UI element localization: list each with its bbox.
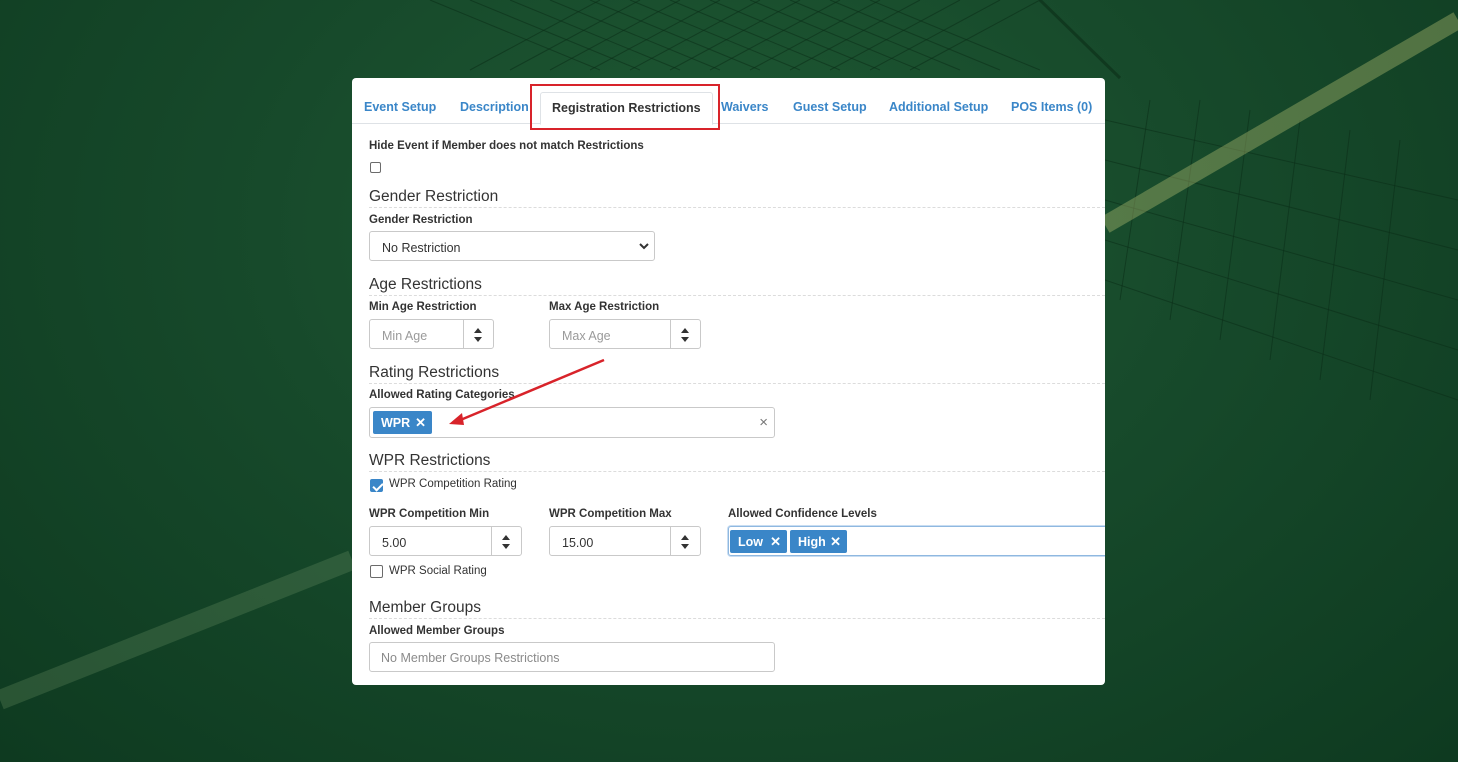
wpr-max-input[interactable]: 15.00	[549, 526, 701, 556]
min-age-label: Min Age Restriction	[369, 301, 477, 313]
chevron-down-icon	[639, 243, 649, 250]
tab-additional-setup[interactable]: Additional Setup	[889, 100, 988, 114]
tag-low: Low ✕	[730, 530, 787, 553]
tab-bar: Event Setup Description Registration Res…	[352, 78, 1105, 125]
wpr-social-label: WPR Social Rating	[389, 565, 487, 577]
tag-high-label: High	[798, 535, 826, 549]
member-groups-placeholder: No Member Groups Restrictions	[381, 651, 560, 665]
age-section-title: Age Restrictions	[369, 276, 1105, 296]
member-groups-section-title: Member Groups	[369, 599, 1105, 619]
wpr-social-checkbox[interactable]	[370, 565, 383, 578]
gender-restriction-select[interactable]: No Restriction	[369, 231, 655, 261]
stepper-arrows-icon	[681, 328, 689, 342]
rating-categories-multiselect[interactable]: WPR ✕ ×	[369, 407, 775, 438]
tab-pos-items[interactable]: POS Items (0)	[1011, 100, 1092, 114]
stepper-arrows-icon	[474, 328, 482, 342]
allowed-member-groups-label: Allowed Member Groups	[369, 625, 505, 637]
tag-remove-icon[interactable]: ✕	[830, 534, 841, 550]
event-settings-panel: Event Setup Description Registration Res…	[352, 78, 1105, 685]
min-age-input[interactable]: Min Age	[369, 319, 494, 349]
tab-guest-setup[interactable]: Guest Setup	[793, 100, 867, 114]
wpr-min-stepper[interactable]	[491, 527, 521, 555]
tab-waivers[interactable]: Waivers	[721, 100, 768, 114]
tag-low-label: Low	[738, 535, 763, 549]
max-age-placeholder: Max Age	[562, 329, 611, 343]
tag-remove-icon[interactable]: ✕	[415, 415, 426, 431]
min-age-placeholder: Min Age	[382, 329, 428, 343]
wpr-competition-label: WPR Competition Rating	[389, 478, 517, 490]
tag-wpr: WPR ✕	[373, 411, 432, 434]
clear-icon[interactable]: ×	[759, 414, 768, 431]
wpr-competition-checkbox[interactable]	[370, 479, 383, 492]
tab-event-setup[interactable]: Event Setup	[364, 100, 436, 114]
tab-registration-restrictions[interactable]: Registration Restrictions	[540, 92, 713, 125]
max-age-stepper[interactable]	[670, 320, 700, 348]
gender-restriction-label: Gender Restriction	[369, 214, 473, 226]
wpr-section-title: WPR Restrictions	[369, 452, 1105, 472]
tag-wpr-label: WPR	[381, 416, 411, 430]
tag-remove-icon[interactable]: ✕	[770, 534, 781, 550]
confidence-levels-label: Allowed Confidence Levels	[728, 508, 877, 520]
allowed-rating-categories-label: Allowed Rating Categories	[369, 389, 515, 401]
gender-section-title: Gender Restriction	[369, 188, 1105, 208]
hide-event-label: Hide Event if Member does not match Rest…	[369, 140, 644, 152]
stepper-arrows-icon	[502, 535, 510, 549]
wpr-max-label: WPR Competition Max	[549, 508, 672, 520]
confidence-levels-multiselect[interactable]: Low ✕ High ✕	[728, 526, 1105, 556]
tag-high: High ✕	[790, 530, 847, 553]
tab-description[interactable]: Description	[460, 100, 529, 114]
wpr-min-label: WPR Competition Min	[369, 508, 490, 520]
wpr-min-input[interactable]: 5.00	[369, 526, 522, 556]
gender-restriction-value: No Restriction	[382, 241, 461, 255]
member-groups-input[interactable]: No Member Groups Restrictions	[369, 642, 775, 672]
min-age-stepper[interactable]	[463, 320, 493, 348]
rating-section-title: Rating Restrictions	[369, 364, 1105, 384]
wpr-max-stepper[interactable]	[670, 527, 700, 555]
wpr-min-value: 5.00	[382, 536, 407, 550]
max-age-label: Max Age Restriction	[549, 301, 660, 313]
wpr-max-value: 15.00	[562, 536, 594, 550]
stepper-arrows-icon	[681, 535, 689, 549]
hide-event-checkbox[interactable]	[370, 162, 381, 173]
max-age-input[interactable]: Max Age	[549, 319, 701, 349]
